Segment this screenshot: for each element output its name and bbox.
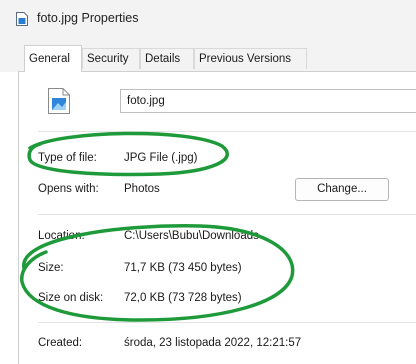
created-value: środa, 23 listopada 2022, 12:21:57 <box>124 337 302 349</box>
divider <box>38 214 416 215</box>
title-bar: foto.jpg Properties <box>0 0 416 38</box>
filename-field[interactable]: foto.jpg <box>120 89 416 113</box>
size-on-disk-value: 72,0 KB (73 728 bytes) <box>124 292 242 304</box>
change-button[interactable]: Change... <box>295 178 389 201</box>
tab-details[interactable]: Details <box>140 48 194 69</box>
size-value: 71,7 KB (73 450 bytes) <box>124 262 242 274</box>
image-file-icon <box>48 88 70 114</box>
divider <box>38 131 416 132</box>
divider <box>38 322 416 323</box>
type-of-file-value: JPG File (.jpg) <box>124 152 198 164</box>
opens-with-label: Opens with: <box>38 183 99 195</box>
created-label: Created: <box>38 337 83 349</box>
location-value: C:\Users\Bubu\Downloads <box>124 230 259 242</box>
opens-with-value: Photos <box>124 183 160 195</box>
location-label: Location: <box>38 230 85 242</box>
size-on-disk-label: Size on disk: <box>38 292 104 304</box>
file-icon <box>16 12 28 26</box>
window-title: foto.jpg Properties <box>37 11 139 25</box>
size-label: Size: <box>38 262 64 274</box>
tab-general[interactable]: General <box>24 45 82 72</box>
panel-border <box>18 71 19 364</box>
tab-previous-versions[interactable]: Previous Versions <box>194 48 307 69</box>
tab-security[interactable]: Security <box>82 48 140 69</box>
type-of-file-label: Type of file: <box>38 152 97 164</box>
